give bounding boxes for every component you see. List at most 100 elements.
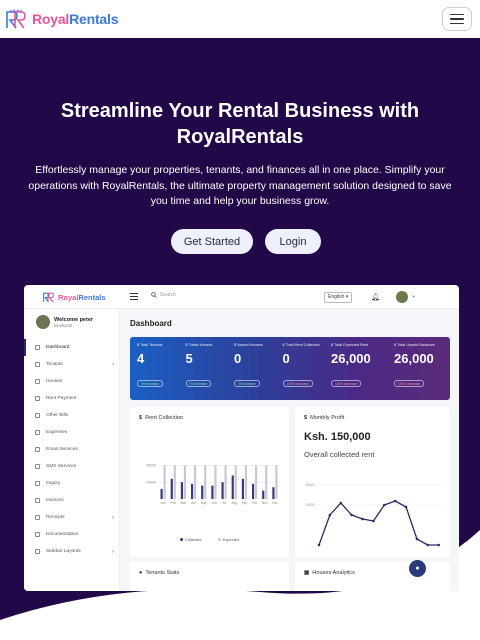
sidebar-item-sms-services[interactable]: SMS Services <box>24 458 120 475</box>
avatar[interactable] <box>396 291 408 303</box>
stat-value: 0 <box>234 351 242 366</box>
stat-label: $ Totals Houses <box>185 343 213 347</box>
x-tick-label: Oct <box>252 501 257 505</box>
chevron-down-icon[interactable]: ⌄ <box>411 292 416 299</box>
chevron-right-icon: › <box>112 514 114 521</box>
bar-expected <box>183 465 187 499</box>
bar-expected <box>214 465 217 499</box>
preview-topbar: RoyalRentals Search English ▾ 🔔︎ ⌄ <box>24 285 459 309</box>
bar-collected <box>201 485 204 499</box>
stat-label: $ Total Expected Rent <box>331 343 369 347</box>
x-tick-label: May <box>201 501 207 505</box>
bar-collected <box>241 478 245 499</box>
menu-item-icon <box>35 362 40 367</box>
profit-point <box>350 513 353 517</box>
sidebar-item-rent-payment[interactable]: Rent Payment <box>24 390 120 407</box>
bar-collected <box>211 485 214 499</box>
sidebar-item-receipts[interactable]: Receipts › <box>24 509 120 526</box>
sidebar-item-invoices[interactable]: Invoices <box>24 492 120 509</box>
menu-item-icon <box>35 430 40 435</box>
stat-card: $ Vacant Houses 0 0% increase <box>227 337 276 400</box>
bar-expected <box>275 465 278 499</box>
profit-point <box>415 537 419 541</box>
profit-point <box>437 543 440 547</box>
bar-collected <box>231 475 234 499</box>
hamburger-menu-button[interactable] <box>442 7 472 31</box>
language-select[interactable]: English ▾ <box>324 292 353 303</box>
sidebar-item-houses[interactable]: Houses <box>24 373 120 390</box>
sidebar-nav: Dashboard Tenants › Houses Rent Payment Other… <box>24 339 120 560</box>
bar-expected <box>173 465 176 499</box>
preview-brand: RoyalRentals <box>42 291 106 303</box>
preview-main: Dashboard $ Total Tenants 4 0% increase $ T… <box>120 309 459 591</box>
stat-card: $ Total Rent Collected 0 100% decrease <box>276 337 325 400</box>
monthly-profit-card: $ Monthly Profit Ksh. 150,000 Overall col… <box>295 407 450 557</box>
dashboard-preview: RoyalRentals Search English ▾ 🔔︎ ⌄ Welco… <box>24 285 459 591</box>
preview-search[interactable]: Search <box>151 292 176 298</box>
chevron-right-icon: › <box>112 361 114 368</box>
x-tick-label: Jun <box>211 501 216 505</box>
bar-expected <box>254 465 258 499</box>
bar-expected <box>163 465 166 499</box>
stat-card: $ Totals Houses 5 0% increase <box>179 337 228 400</box>
bar-collected <box>262 490 265 499</box>
legend-expected: Expected <box>218 537 240 542</box>
building-icon: ▦ <box>304 570 310 576</box>
hamburger-icon <box>450 13 464 16</box>
bar-expected <box>234 465 237 499</box>
users-icon: ● <box>139 570 143 576</box>
profit-point <box>393 499 397 503</box>
stats-banner: $ Total Tenants 4 0% increase $ Totals Hous… <box>130 337 450 400</box>
menu-item-icon <box>35 379 40 384</box>
sidebar-item-tenants[interactable]: Tenants › <box>24 356 120 373</box>
bar-expected <box>204 465 207 499</box>
brand-logo[interactable]: RoyalRentals <box>4 8 119 30</box>
sidebar-item-dashboard[interactable]: Dashboard <box>24 339 120 356</box>
stat-value: 5 <box>185 351 193 366</box>
preview-sidebar: Welcome peter landlords Dashboard Tenants… <box>24 309 120 591</box>
stat-label: $ Total Tenants <box>137 343 163 347</box>
x-tick-label: Sep <box>242 501 248 505</box>
sidebar-item-inquiry[interactable]: Inquiry <box>24 475 120 492</box>
get-started-button[interactable]: Get Started <box>171 229 253 254</box>
bar-collected <box>180 482 184 499</box>
menu-item-icon <box>35 447 40 452</box>
chat-bubble-icon[interactable]: ● <box>409 560 426 577</box>
stat-label: $ Total Rent Collected <box>282 343 320 347</box>
sidebar-item-email-services[interactable]: Email Services <box>24 441 120 458</box>
stat-card: $ Total Expected Rent 26,000 100% decrease <box>324 337 387 400</box>
stat-value: 4 <box>137 351 145 366</box>
y-tick-label: 10000 <box>146 480 156 484</box>
menu-item-icon <box>35 515 40 520</box>
menu-item-icon <box>35 413 40 418</box>
page-title: Dashboard <box>130 319 172 328</box>
sidebar-user: Welcome peter landlords <box>36 315 93 329</box>
menu-item-icon <box>35 532 40 537</box>
stat-change-badge: 100% decrease <box>282 380 313 387</box>
bar-expected <box>193 465 197 499</box>
menu-item-icon <box>35 396 40 401</box>
profit-point <box>361 517 364 521</box>
sidebar-item-expenses[interactable]: Expenses <box>24 424 120 441</box>
bell-icon[interactable]: 🔔︎ <box>371 293 380 301</box>
profit-point <box>328 513 332 517</box>
y-tick-label: 20000 <box>306 503 316 507</box>
menu-item-icon <box>35 464 40 469</box>
login-button[interactable]: Login <box>265 229 321 254</box>
stat-card: $ Total Unpaid Balances 26,000 100% decrea… <box>387 337 450 400</box>
rent-collection-card: $ Rent Collection 20000 10000 Jan Feb Mar Apr M… <box>130 407 289 557</box>
houses-analytics-card: ▦ Houses Analytics <box>295 562 450 591</box>
bar-expected <box>244 465 248 499</box>
monthly-profit-chart: 30000 20000 <box>306 483 443 547</box>
search-icon <box>151 292 157 298</box>
profit-point <box>317 543 321 547</box>
sidebar-item-sidebar-layouts[interactable]: Sidebar Layouts › <box>24 543 120 560</box>
hamburger-icon[interactable] <box>130 293 138 301</box>
legend-collected: Collected <box>180 537 202 542</box>
sidebar-item-other-bills[interactable]: Other Bills <box>24 407 120 424</box>
profit-point <box>372 519 375 523</box>
stat-label: $ Vacant Houses <box>234 343 263 347</box>
sidebar-item-documentation[interactable]: Documentation <box>24 526 120 543</box>
stat-value: 26,000 <box>331 351 371 366</box>
rr-monogram-icon <box>6 9 26 29</box>
